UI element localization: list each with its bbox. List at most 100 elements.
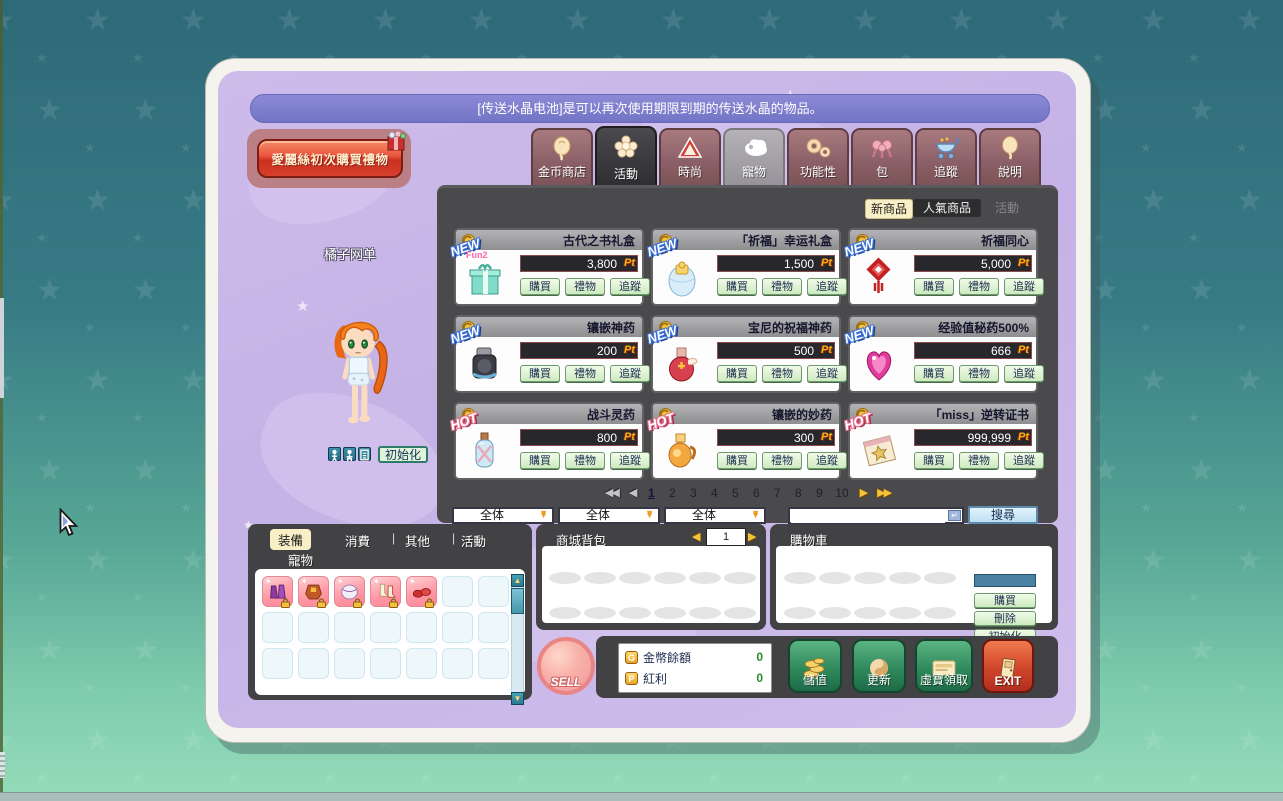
tab-包[interactable]: 包 (851, 128, 913, 185)
inventory-tab-活動[interactable]: 活動 (461, 531, 486, 550)
recharge-button[interactable]: 儲值 (788, 639, 842, 693)
refresh-button[interactable]: 更新 (852, 639, 906, 693)
character-pose2-button[interactable] (343, 447, 356, 461)
exit-button[interactable]: EXIT (982, 639, 1034, 693)
shop-item-card: 「miss」逆转证书 HOT 999,999 Pt 購買 禮物 追蹤 (842, 402, 1044, 480)
sell-button[interactable]: SELL (537, 637, 595, 695)
scrollbar-down-button[interactable]: ▼ (511, 692, 524, 705)
page-number-10[interactable]: 10 (835, 486, 848, 500)
subtab-新商品[interactable]: 新商品 (865, 199, 913, 219)
gift-button[interactable]: 禮物 (959, 278, 999, 295)
star-decoration: ★ (180, 364, 207, 397)
first-page-icon[interactable]: ◀◀ (605, 487, 620, 499)
subtab-人氣商品[interactable]: 人氣商品 (913, 199, 981, 217)
footer-button-label: 儲值 (802, 673, 827, 687)
track-button[interactable]: 追蹤 (1004, 365, 1044, 382)
buy-button[interactable]: 購買 (520, 365, 560, 382)
track-button[interactable]: 追蹤 (807, 278, 847, 295)
prev-page-icon[interactable]: ◀ (629, 487, 638, 499)
cart-delete-button[interactable]: 刪除 (974, 611, 1036, 626)
filter-dropdown-2[interactable]: 全体 ▼ (558, 507, 660, 524)
item-name: 「miss」逆转证书 (929, 407, 1029, 422)
tab-寵物[interactable]: 寵物 (723, 128, 785, 185)
scrollbar-up-button[interactable]: ▲ (511, 574, 524, 587)
bag-prev-page-icon[interactable]: ◀ (692, 530, 700, 543)
item-card-buttons: 購買 禮物 追蹤 (914, 452, 1044, 469)
tab-功能性[interactable]: 功能性 (787, 128, 849, 185)
item-card-header: 经验值秘药500% (850, 317, 1036, 337)
inventory-item-slot[interactable]: ✦ (298, 576, 329, 608)
page-number-6[interactable]: 6 (751, 486, 761, 500)
inventory-tab-寵物[interactable]: 寵物 (288, 550, 313, 569)
character-list-button[interactable] (358, 447, 371, 461)
gift-button[interactable]: 禮物 (762, 365, 802, 382)
search-input[interactable] (791, 510, 945, 523)
gift-button[interactable]: 禮物 (762, 278, 802, 295)
star-decoration: ★ (756, 4, 783, 37)
gift-button[interactable]: 禮物 (565, 278, 605, 295)
buy-button[interactable]: 購買 (717, 278, 757, 295)
character-reset-button[interactable]: 初始化 (378, 446, 428, 463)
item-card-buttons: 購買 禮物 追蹤 (520, 278, 650, 295)
tab-說明[interactable]: 說明 (979, 128, 1041, 185)
character-pose-button[interactable] (328, 447, 341, 461)
item-card-header: 「祈福」幸运礼盒 (653, 230, 839, 250)
cart-buy-button[interactable]: 購買 (974, 593, 1036, 608)
tab-時尚[interactable]: 時尚 (659, 128, 721, 185)
star-decoration: ★ (1140, 184, 1167, 217)
tab-金币商店[interactable]: 金币商店 (531, 128, 593, 185)
inventory-item-slot[interactable]: ✦ (406, 576, 437, 608)
buy-button[interactable]: 購買 (717, 365, 757, 382)
page-number-9[interactable]: 9 (814, 486, 824, 500)
buy-button[interactable]: 購買 (717, 452, 757, 469)
star-decoration: ★ (1188, 454, 1215, 487)
gift-button[interactable]: 禮物 (959, 365, 999, 382)
gift-button[interactable]: 禮物 (565, 452, 605, 469)
page-number-1[interactable]: 1 (646, 486, 656, 500)
track-button[interactable]: 追蹤 (807, 452, 847, 469)
next-page-icon[interactable]: ▶ (860, 487, 869, 499)
page-number-4[interactable]: 4 (709, 486, 719, 500)
first-purchase-gift-button[interactable]: 愛麗絲初次購買禮物 (257, 139, 403, 178)
voucher-claim-button[interactable]: 虛寶領取 (915, 639, 973, 693)
inventory-tab-其他[interactable]: 其他 (405, 531, 430, 550)
buy-button[interactable]: 購買 (520, 452, 560, 469)
search-button[interactable]: 搜尋 (968, 506, 1038, 524)
gift-button[interactable]: 禮物 (565, 365, 605, 382)
buy-button[interactable]: 購買 (520, 278, 560, 295)
inventory-item-slot[interactable]: ✦ (262, 576, 293, 608)
bag-next-page-icon[interactable]: ▶ (748, 530, 756, 543)
track-button[interactable]: 追蹤 (807, 365, 847, 382)
buy-button[interactable]: 購買 (914, 278, 954, 295)
track-button[interactable]: 追蹤 (1004, 452, 1044, 469)
item-name: 战斗灵药 (586, 407, 635, 422)
subtab-活動[interactable]: 活動 (984, 199, 1030, 217)
track-button[interactable]: 追蹤 (1004, 278, 1044, 295)
inventory-item-slot[interactable]: ✦ (334, 576, 365, 608)
page-number-3[interactable]: 3 (688, 486, 698, 500)
star-decoration: ★ (1188, 634, 1215, 667)
inventory-tab-装備[interactable]: 装備 (270, 529, 312, 550)
search-submit-icon-button[interactable]: ↵ (948, 510, 961, 521)
shop-item-card: 宝尼的祝福神药 NEW 500 Pt 購買 禮物 追蹤 (645, 315, 847, 393)
page-number-8[interactable]: 8 (793, 486, 803, 500)
scrollbar-thumb[interactable] (511, 588, 524, 614)
track-button[interactable]: 追蹤 (610, 452, 650, 469)
page-number-5[interactable]: 5 (730, 486, 740, 500)
inventory-tab-消費[interactable]: 消費 (345, 531, 370, 550)
page-number-7[interactable]: 7 (772, 486, 782, 500)
track-button[interactable]: 追蹤 (610, 365, 650, 382)
last-page-icon[interactable]: ▶▶ (877, 487, 892, 499)
track-button[interactable]: 追蹤 (610, 278, 650, 295)
gift-button[interactable]: 禮物 (959, 452, 999, 469)
buy-button[interactable]: 購買 (914, 452, 954, 469)
buy-button[interactable]: 購買 (914, 365, 954, 382)
tab-活動[interactable]: 活動 (595, 126, 657, 187)
gift-button[interactable]: 禮物 (762, 452, 802, 469)
filter-dropdown-3[interactable]: 全体 ▼ (664, 507, 766, 524)
inventory-item-slot[interactable]: ✦ (370, 576, 401, 608)
tab-追蹤[interactable]: 追蹤 (915, 128, 977, 185)
page-number-2[interactable]: 2 (667, 486, 677, 500)
item-card-header: 镶嵌的妙药 (653, 404, 839, 424)
filter-dropdown-1[interactable]: 全体 ▼ (452, 507, 554, 524)
